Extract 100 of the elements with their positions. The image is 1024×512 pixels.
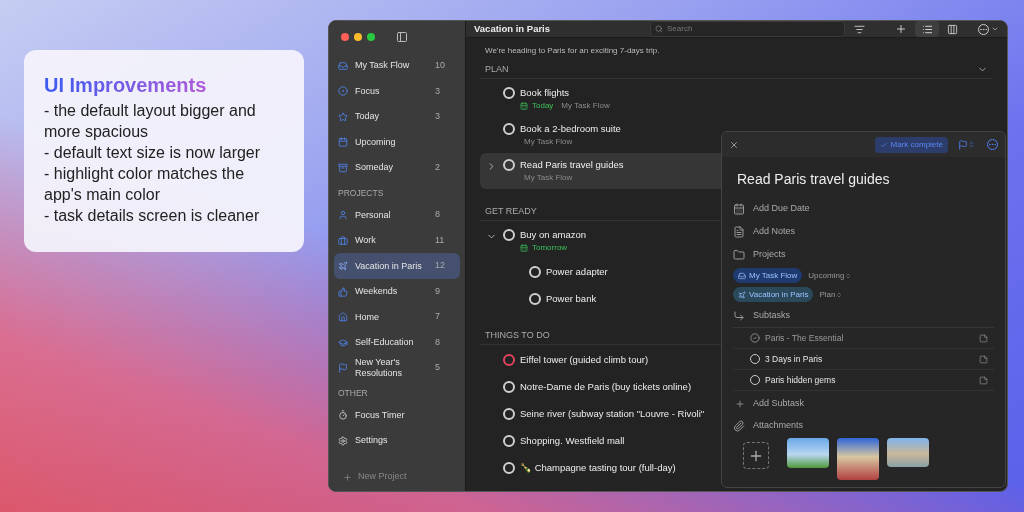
group-header[interactable]: PLAN xyxy=(480,61,993,79)
subtask-title: Paris hidden gems xyxy=(765,373,837,387)
add-icon[interactable] xyxy=(895,23,907,35)
sidebar-item-count: 11 xyxy=(435,233,445,247)
sidebar-section-title: PROJECTS xyxy=(337,186,385,200)
project-chip[interactable]: Vacation in Paris xyxy=(733,287,814,302)
search-icon xyxy=(655,25,663,33)
add-subtask-button[interactable]: Add Subtask xyxy=(753,396,805,411)
task-title: Power bank xyxy=(546,292,597,306)
photo-placeholder[interactable] xyxy=(837,438,879,480)
flag-icon[interactable] xyxy=(958,139,968,150)
calendar-icon xyxy=(338,137,348,148)
sidebar-item-label: Someday xyxy=(355,162,395,174)
sidebar-item[interactable]: New Year's Resolutions 5 xyxy=(334,355,460,381)
sidebar-item-count: 12 xyxy=(435,259,445,273)
list-view-button[interactable] xyxy=(915,21,939,37)
section-picker[interactable]: Plan xyxy=(819,288,843,301)
task-row[interactable]: Seine river (subway station "Louvre - Rivoli" xyxy=(480,401,713,428)
flag-icon xyxy=(338,363,348,373)
task-row[interactable]: Buy on amazon Tomorrow xyxy=(480,223,594,259)
sidebar-item-count: 3 xyxy=(435,84,440,98)
promo-text: - the default layout bigger and more spacious xyxy=(44,101,257,142)
sidebar-item-count: 8 xyxy=(435,335,440,349)
task-project: My Task Flow xyxy=(524,172,573,184)
sidebar-item[interactable]: Weekends 9 xyxy=(334,278,460,305)
task-row[interactable]: Eiffel tower (guided climb tour) xyxy=(480,347,657,374)
note-icon[interactable] xyxy=(979,375,988,385)
task-project: My Task Flow xyxy=(561,100,610,112)
sidebar-item[interactable]: Focus 3 xyxy=(334,78,460,104)
person-icon xyxy=(338,210,348,220)
chevron-icon[interactable] xyxy=(991,25,999,33)
filter-icon[interactable] xyxy=(854,23,865,35)
group-title: GET READY xyxy=(485,204,537,218)
sidebar-item-label: Self-Education xyxy=(355,337,415,348)
project-description: We're heading to Paris for an exciting 7-days trip. xyxy=(484,45,661,57)
board-view-icon[interactable] xyxy=(947,23,958,35)
plus-icon[interactable] xyxy=(343,472,352,482)
note-icon[interactable] xyxy=(979,333,988,343)
sidebar-item[interactable]: Focus Timer xyxy=(334,402,460,428)
task-due-date: Today xyxy=(532,100,554,112)
folder-icon xyxy=(733,248,745,261)
inbox-icon xyxy=(738,271,746,280)
task-title: Read Paris travel guides xyxy=(520,158,624,172)
sidebar-item-count: 7 xyxy=(435,310,440,324)
group-title: THINGS TO DO xyxy=(485,328,550,342)
sidebar-item[interactable]: Today 3 xyxy=(334,104,460,130)
inbox-icon xyxy=(338,60,348,71)
sidebar-item-label: Personal xyxy=(355,209,392,221)
close-window-button[interactable] xyxy=(341,33,349,41)
group-title: PLAN xyxy=(485,62,509,76)
subtasks-label: Subtasks xyxy=(753,308,791,322)
sidebar-item[interactable]: Someday 2 xyxy=(334,155,460,181)
task-title: Eiffel tower (guided climb tour) xyxy=(520,353,649,367)
sidebar-item-count: 3 xyxy=(435,110,440,123)
add-due-date-button[interactable]: Add Due Date xyxy=(753,201,810,216)
sidebar-item[interactable]: Work 11 xyxy=(334,227,460,254)
sidebar-item[interactable]: My Task Flow 10 xyxy=(334,53,460,79)
sidebar-item-label: My Task Flow xyxy=(355,60,411,72)
sidebar-item-count: 5 xyxy=(435,361,440,375)
sidebar-item-count: 9 xyxy=(435,284,440,298)
subtask-checkbox[interactable] xyxy=(750,333,760,343)
search-field[interactable]: Search xyxy=(650,21,845,37)
sidebar-item-label: Focus Timer xyxy=(355,409,406,421)
add-attachment-button[interactable] xyxy=(743,442,769,469)
section-picker[interactable]: Upcoming xyxy=(808,269,852,282)
promo-text: - default text size is now larger xyxy=(44,143,262,163)
minimize-window-button[interactable] xyxy=(354,33,362,41)
task-checkbox[interactable] xyxy=(503,354,515,366)
task-row[interactable]: Book flights Today My Task Flow xyxy=(480,81,618,117)
task-row[interactable]: Book a 2-bedroom suite My Task Flow xyxy=(480,117,629,153)
task-row[interactable]: Notre-Dame de Paris (buy tickets online) xyxy=(480,374,700,401)
sidebar-item-label: Settings xyxy=(355,435,389,447)
note-icon[interactable] xyxy=(979,354,988,364)
sidebar-item[interactable]: Self-Education 8 xyxy=(334,329,460,356)
sidebar-item[interactable]: Home 7 xyxy=(334,304,460,330)
plus-icon[interactable] xyxy=(735,398,745,409)
add-notes-button[interactable]: Add Notes xyxy=(753,224,796,239)
sidebar-toggle-icon[interactable] xyxy=(396,31,408,43)
stepper-icon xyxy=(836,291,843,298)
sidebar-item[interactable]: Personal 8 xyxy=(334,202,460,228)
plane-icon xyxy=(338,261,348,271)
list-icon xyxy=(921,23,933,35)
graduation-cap-icon xyxy=(338,337,348,348)
zoom-window-button[interactable] xyxy=(367,33,375,41)
plane-icon xyxy=(738,290,746,299)
task-row[interactable]: Power bank xyxy=(480,286,605,313)
timer-icon xyxy=(338,410,348,421)
settings-icon xyxy=(338,435,348,446)
close-icon[interactable] xyxy=(729,139,739,150)
task-title: Power adapter xyxy=(546,265,608,279)
project-chip[interactable]: My Task Flow xyxy=(733,268,803,283)
task-row[interactable]: Shopping. Westfield mall xyxy=(480,428,633,455)
task-row[interactable]: Power adapter xyxy=(480,259,616,286)
sidebar-item[interactable]: Settings xyxy=(334,428,460,454)
sidebar-item[interactable]: Upcoming xyxy=(334,129,460,155)
sidebar-section-title: OTHER xyxy=(337,386,369,400)
sidebar-item[interactable]: Vacation in Paris 12 xyxy=(334,253,460,279)
task-row[interactable]: 🍾 Champagne tasting tour (full-day) xyxy=(480,455,684,482)
note-icon xyxy=(733,225,745,238)
task-title: Book flights xyxy=(520,86,571,100)
